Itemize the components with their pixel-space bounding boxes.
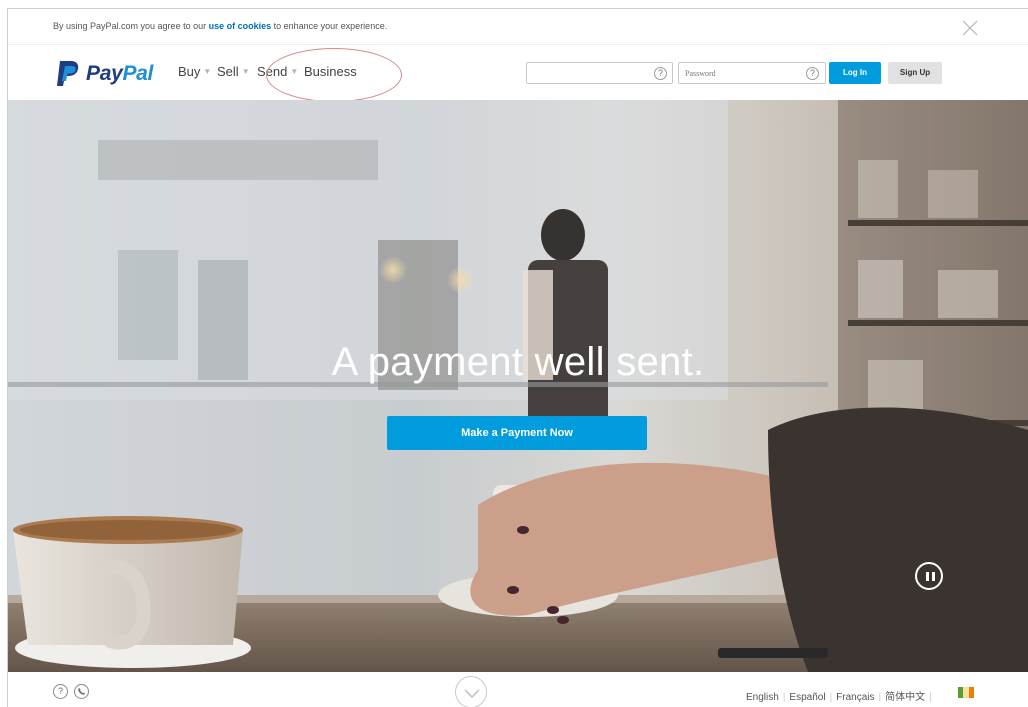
hero-background-image xyxy=(8,100,1028,672)
cookie-text-after: to enhance your experience. xyxy=(271,21,388,31)
lang-chinese[interactable]: 简体中文 xyxy=(885,692,925,703)
chevron-down-icon: ▼ xyxy=(290,67,299,76)
nav-sell-label: Sell xyxy=(217,64,239,79)
lang-separator: | xyxy=(878,692,882,703)
password-field[interactable]: ? xyxy=(678,62,826,84)
nav-sell[interactable]: Sell ▼ xyxy=(217,64,250,79)
lang-separator: | xyxy=(829,692,833,703)
hero-banner: A payment well sent. Make a Payment Now xyxy=(8,100,1028,672)
phone-glyph xyxy=(78,688,85,695)
scroll-down-button[interactable] xyxy=(455,676,487,707)
logo-word-pay: Pay xyxy=(86,62,123,85)
nav-send[interactable]: Send ▼ xyxy=(257,64,298,79)
pause-icon-bar-right xyxy=(932,572,935,581)
country-flag-icon[interactable] xyxy=(958,687,974,698)
chevron-down-icon: ▼ xyxy=(241,67,250,76)
lang-separator: | xyxy=(782,692,786,703)
cookie-banner: By using PayPal.com you agree to our use… xyxy=(8,9,1028,45)
make-payment-button[interactable]: Make a Payment Now xyxy=(387,416,647,450)
lang-french[interactable]: Français xyxy=(836,692,874,703)
help-icon[interactable]: ? xyxy=(654,67,667,80)
logo-word-pal: Pal xyxy=(122,62,154,85)
help-icon[interactable]: ? xyxy=(806,67,819,80)
language-selector: English | Español | Français | 简体中文 | xyxy=(746,688,936,703)
lang-separator: | xyxy=(929,692,932,703)
cookie-text-before: By using PayPal.com you agree to our xyxy=(53,21,209,31)
help-icon[interactable]: ? xyxy=(53,684,68,699)
nav-send-label: Send xyxy=(257,64,288,79)
site-header: PayPal Buy ▼ Sell ▼ Send ▼ Business ? ? Log… xyxy=(8,45,1028,102)
flag-stripe-orange xyxy=(968,687,974,698)
close-icon[interactable] xyxy=(961,19,979,37)
email-input[interactable] xyxy=(527,63,672,84)
email-field[interactable]: ? xyxy=(526,62,673,84)
paypal-p-icon xyxy=(57,61,79,86)
nav-buy-label: Buy xyxy=(178,64,201,79)
nav-buy[interactable]: Buy ▼ xyxy=(178,64,211,79)
password-input[interactable] xyxy=(679,63,825,84)
hero-headline: A payment well sent. xyxy=(331,340,705,384)
cookie-message: By using PayPal.com you agree to our use… xyxy=(53,21,387,31)
cookie-policy-link[interactable]: use of cookies xyxy=(209,21,272,31)
chevron-down-icon xyxy=(464,689,480,699)
pause-button[interactable] xyxy=(915,562,943,590)
paypal-logo[interactable]: PayPal xyxy=(56,59,166,87)
signup-button[interactable]: Sign Up xyxy=(888,62,942,84)
login-button[interactable]: Log In xyxy=(829,62,881,84)
lang-spanish[interactable]: Español xyxy=(789,692,825,703)
lang-english[interactable]: English xyxy=(746,692,779,703)
phone-icon[interactable] xyxy=(74,684,89,699)
nav-business[interactable]: Business xyxy=(304,64,357,79)
logo-wordmark: PayPal xyxy=(86,62,153,86)
site-footer: ? English | Español | Français | 简体中文 | xyxy=(8,672,1028,707)
pause-icon-bar-left xyxy=(926,572,929,581)
chevron-down-icon: ▼ xyxy=(203,67,212,76)
nav-business-label: Business xyxy=(304,64,357,79)
